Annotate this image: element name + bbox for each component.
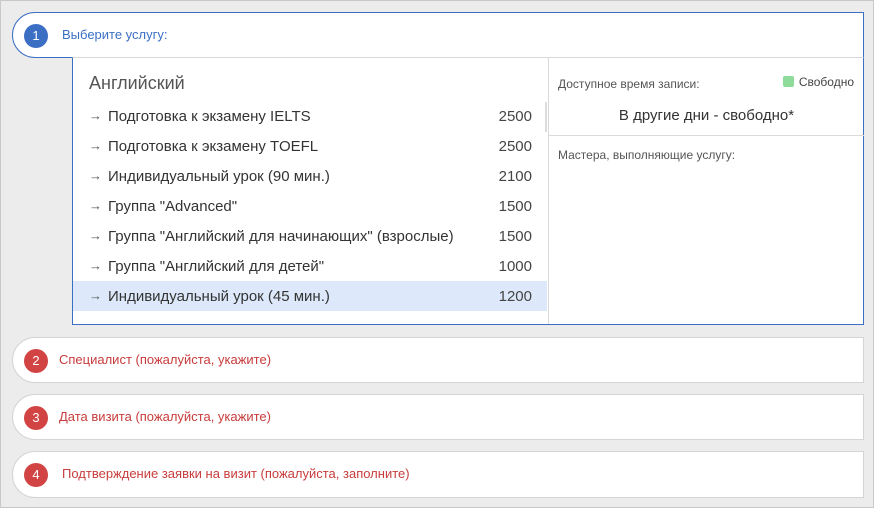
service-price: 1000	[498, 258, 532, 275]
arrow-right-icon: →	[89, 108, 102, 123]
other-days-text: В другие дни - свободно*	[618, 107, 795, 124]
step-number-badge: 2	[24, 349, 48, 373]
service-item[interactable]: → Группа "Английский для начинающих" (вз…	[73, 221, 547, 251]
step-number-badge: 3	[24, 406, 48, 430]
service-item-selected[interactable]: → Индивидуальный урок (45 мин.) 1200	[73, 281, 547, 311]
step-visit-date[interactable]: 3 Дата визита (пожалуйста, укажите)	[12, 394, 864, 440]
step-service[interactable]: 1 Выберите услугу:	[12, 12, 864, 58]
divider	[549, 135, 864, 136]
service-price: 1500	[498, 198, 532, 215]
service-price: 2500	[498, 108, 532, 125]
available-time-label: Доступное время записи:	[558, 77, 700, 91]
step-title: Выберите услугу:	[62, 27, 168, 42]
category-title: Английский	[89, 73, 185, 93]
arrow-right-icon: →	[89, 288, 102, 303]
booking-widget: 1 Выберите услугу: Английский → Подготов…	[0, 0, 874, 508]
service-name: Индивидуальный урок (90 мин.)	[108, 168, 330, 185]
service-item[interactable]: → Группа "Advanced" 1500	[73, 191, 547, 221]
step-header[interactable]: 3 Дата визита (пожалуйста, укажите)	[13, 395, 863, 439]
free-color-swatch	[782, 76, 794, 87]
service-item[interactable]: → Индивидуальный урок (90 мин.) 2100	[73, 161, 547, 191]
step-header[interactable]: 4 Подтверждение заявки на визит (пожалуй…	[13, 452, 863, 496]
step-title: Специалист (пожалуйста, укажите)	[59, 352, 272, 367]
service-item[interactable]: → Группа "Английский для детей" 1000	[73, 251, 547, 281]
step-title: Дата визита (пожалуйста, укажите)	[59, 409, 271, 424]
arrow-right-icon: →	[89, 138, 102, 153]
arrow-right-icon: →	[89, 168, 102, 183]
arrow-right-icon: →	[89, 258, 102, 273]
service-price: 2100	[498, 168, 532, 185]
service-item[interactable]: → Подготовка к экзамену TOEFL 2500	[73, 131, 547, 161]
step-header[interactable]: 1 Выберите услугу:	[13, 13, 863, 57]
service-list-column: Английский → Подготовка к экзамену IELTS…	[73, 58, 547, 324]
service-list: → Подготовка к экзамену IELTS 2500 → Под…	[73, 101, 547, 311]
service-name: Группа "Английский для детей"	[108, 258, 325, 275]
masters-label: Мастера, выполняющие услугу:	[558, 148, 736, 162]
step-confirmation[interactable]: 4 Подтверждение заявки на визит (пожалуй…	[12, 451, 864, 498]
step-header[interactable]: 2 Специалист (пожалуйста, укажите)	[13, 338, 863, 382]
arrow-right-icon: →	[89, 198, 102, 213]
service-price: 1500	[498, 228, 532, 245]
service-name: Группа "Английский для начинающих" (взро…	[108, 228, 454, 245]
service-price: 1200	[498, 288, 532, 305]
service-panel: Английский → Подготовка к экзамену IELTS…	[72, 57, 864, 325]
legend-free: Свободно	[782, 75, 854, 89]
service-item[interactable]: → Подготовка к экзамену IELTS 2500	[73, 101, 547, 131]
legend-free-label: Свободно	[798, 75, 854, 89]
availability-column: Доступное время записи: Свободно В други…	[548, 58, 864, 324]
scrollbar[interactable]	[545, 102, 547, 132]
step-specialist[interactable]: 2 Специалист (пожалуйста, укажите)	[12, 337, 864, 383]
step-number-badge: 1	[24, 24, 48, 48]
step-title: Подтверждение заявки на визит (пожалуйст…	[62, 466, 410, 481]
step-number-badge: 4	[24, 463, 48, 487]
service-name: Индивидуальный урок (45 мин.)	[108, 288, 330, 305]
arrow-right-icon: →	[89, 228, 102, 243]
service-name: Группа "Advanced"	[108, 198, 238, 215]
service-price: 2500	[498, 138, 532, 155]
service-name: Подготовка к экзамену TOEFL	[108, 138, 319, 155]
service-name: Подготовка к экзамену IELTS	[108, 108, 311, 125]
